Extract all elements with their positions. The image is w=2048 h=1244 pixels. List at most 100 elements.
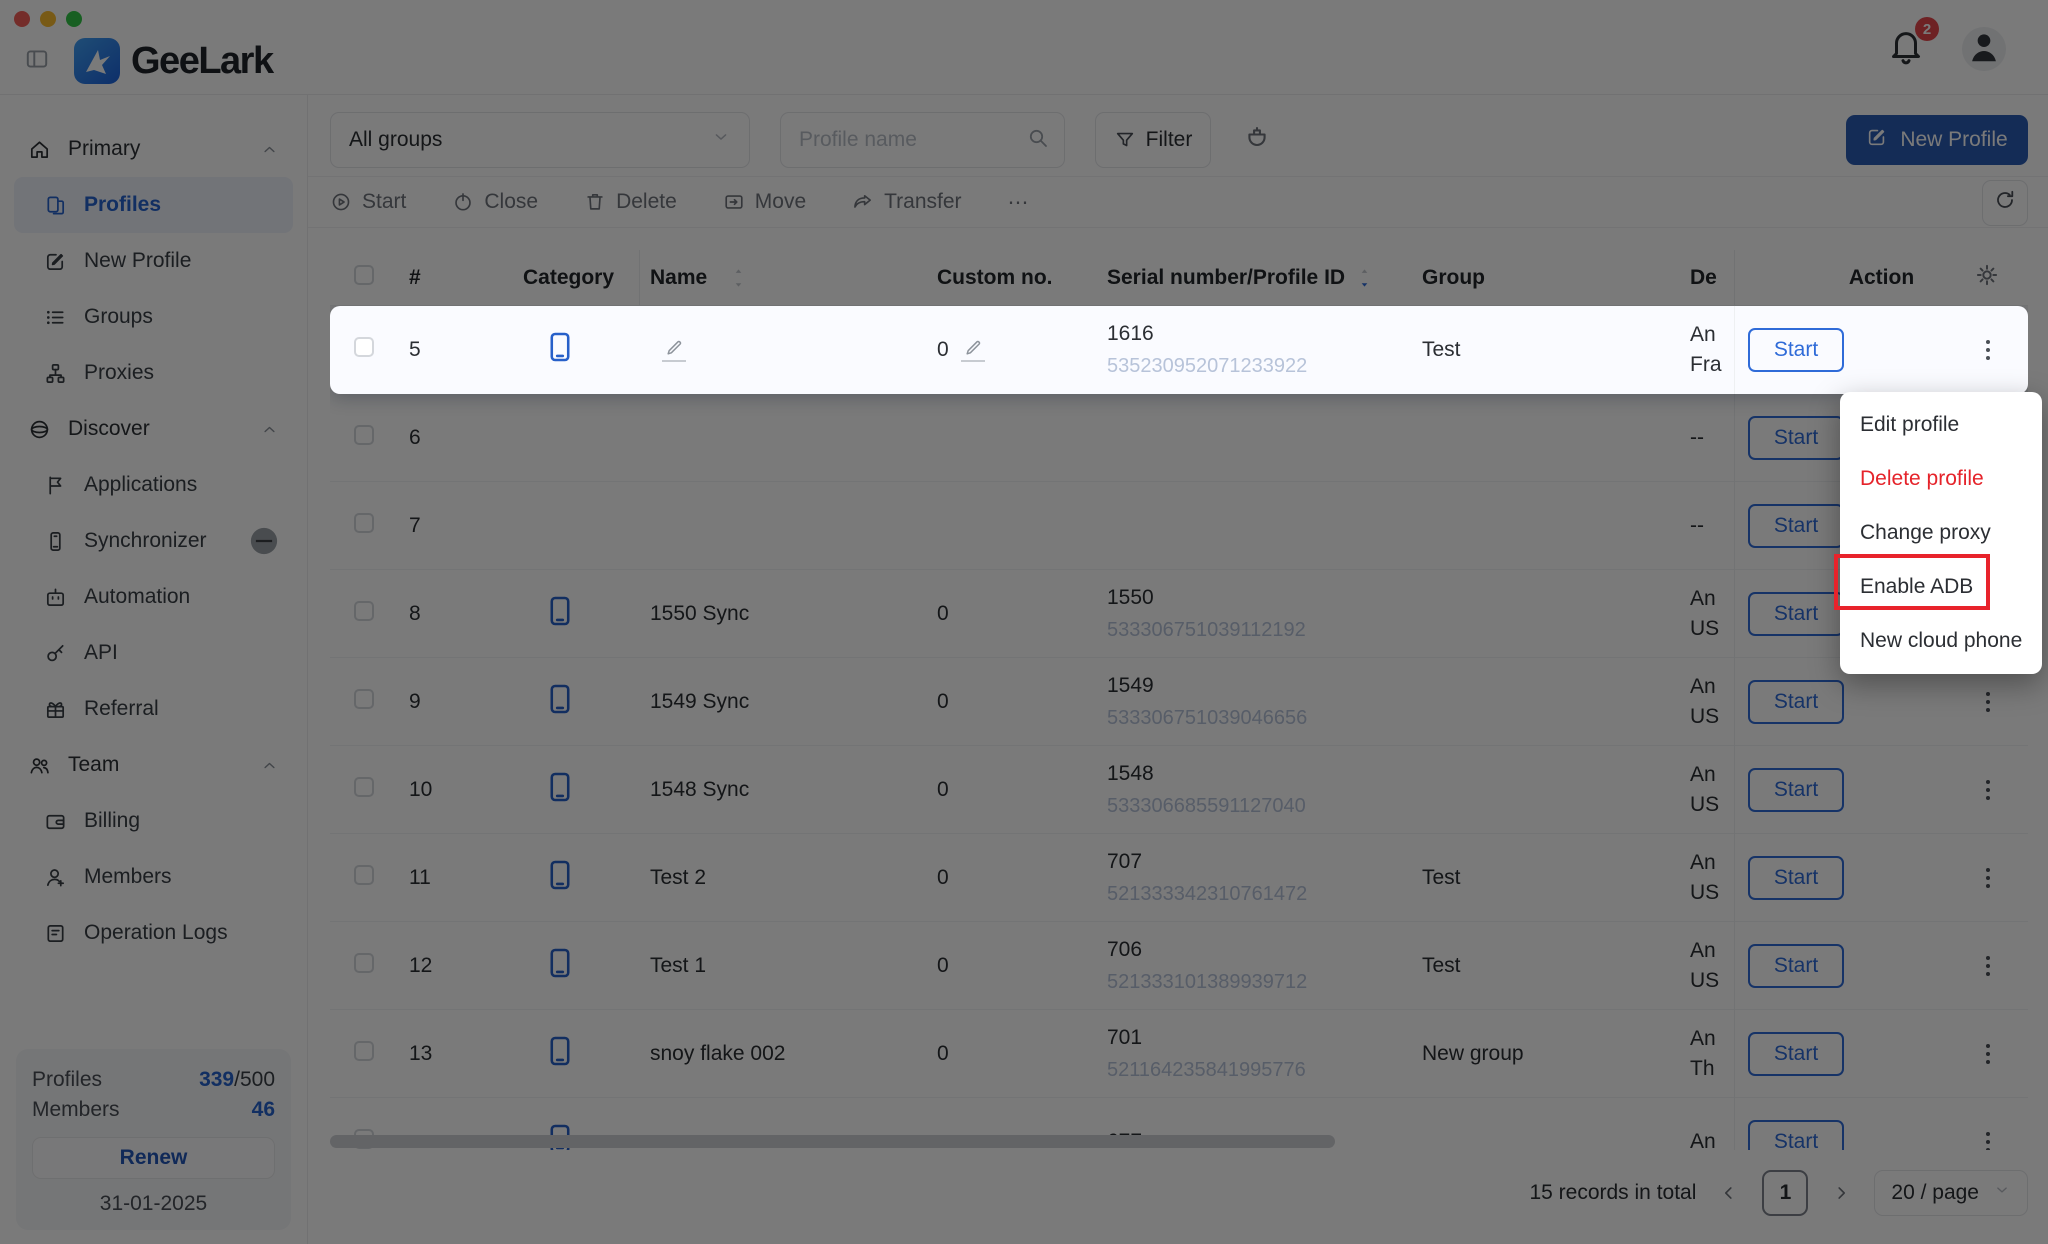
bulk-action-delete[interactable]: Delete: [584, 190, 677, 214]
table-row[interactable]: 91549 Sync01549533306751039046656AnUSSta…: [330, 658, 2028, 746]
discover-icon: [28, 418, 51, 441]
start-button[interactable]: Start: [1748, 680, 1844, 724]
edit-custom-no-button[interactable]: [961, 338, 985, 362]
table-row[interactable]: 12Test 10706521333101389939712TestAnUSSt…: [330, 922, 2028, 1010]
close-window-button[interactable]: [14, 11, 30, 27]
sidebar-item-synchronizer[interactable]: Synchronizer: [14, 513, 293, 569]
start-button[interactable]: Start: [1748, 592, 1844, 636]
sidebar-item-groups[interactable]: Groups: [14, 289, 293, 345]
renew-button[interactable]: Renew: [32, 1137, 275, 1179]
sidebar-item-billing[interactable]: Billing: [14, 793, 293, 849]
sidebar-item-members[interactable]: Members: [14, 849, 293, 905]
column-header-name[interactable]: Name: [640, 266, 915, 290]
start-button[interactable]: Start: [1748, 328, 1844, 372]
menu-item-edit-profile[interactable]: Edit profile: [1840, 398, 2042, 452]
menu-item-delete-profile[interactable]: Delete profile: [1840, 452, 2042, 506]
start-button[interactable]: Start: [1748, 768, 1844, 812]
basket-icon[interactable]: [1243, 124, 1271, 157]
search-input[interactable]: [799, 128, 1026, 152]
table-row[interactable]: 13snoy flake 0020701521164235841995776Ne…: [330, 1010, 2028, 1098]
page-size-select[interactable]: 20 / page: [1874, 1170, 2028, 1216]
bulk-action-transfer[interactable]: Transfer: [852, 190, 961, 214]
sidebar-item-operation-logs[interactable]: Operation Logs: [14, 905, 293, 961]
sidebar-item-automation[interactable]: Automation: [14, 569, 293, 625]
edit-name-button[interactable]: [662, 338, 686, 362]
sidebar-item-profiles[interactable]: Profiles: [14, 177, 293, 233]
row-checkbox[interactable]: [354, 337, 374, 357]
sidebar-section-discover[interactable]: Discover: [0, 401, 307, 457]
table-row[interactable]: 11Test 20707521333342310761472TestAnUSSt…: [330, 834, 2028, 922]
section-label: Team: [68, 753, 119, 777]
avatar[interactable]: [1962, 27, 2006, 71]
row-checkbox[interactable]: [354, 953, 374, 973]
table-row[interactable]: 6--Start: [330, 394, 2028, 482]
sidebar-item-api[interactable]: API: [14, 625, 293, 681]
notifications-button[interactable]: 2: [1886, 26, 1926, 71]
more-actions-icon[interactable]: [1986, 780, 1990, 800]
bulk-action-start[interactable]: Start: [330, 190, 406, 214]
table-body: 501616535230952071233922TestAnFraStart6-…: [330, 306, 2028, 1150]
move-icon: [723, 191, 745, 213]
menu-item-enable-adb[interactable]: Enable ADB: [1840, 560, 2042, 614]
start-button[interactable]: Start: [1748, 944, 1844, 988]
table-row[interactable]: 81550 Sync01550533306751039112192AnUSSta…: [330, 570, 2028, 658]
new-profile-button[interactable]: New Profile: [1846, 115, 2028, 165]
group-select[interactable]: All groups: [330, 112, 750, 168]
horizontal-scrollbar[interactable]: [330, 1135, 1335, 1148]
sidebar-item-proxies[interactable]: Proxies: [14, 345, 293, 401]
minimize-window-button[interactable]: [40, 11, 56, 27]
row-checkbox[interactable]: [354, 689, 374, 709]
table-row[interactable]: 501616535230952071233922TestAnFraStart: [330, 306, 2028, 394]
more-actions-icon[interactable]: [1986, 868, 1990, 888]
sort-control[interactable]: [1357, 267, 1372, 289]
start-button[interactable]: Start: [1748, 856, 1844, 900]
chevron-up-icon: [260, 756, 279, 775]
prev-page-button[interactable]: [1718, 1182, 1740, 1204]
more-actions-icon[interactable]: [1986, 340, 1990, 360]
next-page-button[interactable]: [1830, 1182, 1852, 1204]
device-line1: An: [1690, 584, 1734, 614]
table-row[interactable]: 101548 Sync01548533306685591127040AnUSSt…: [330, 746, 2028, 834]
device-line1: --: [1690, 423, 1734, 453]
table-row[interactable]: 7--Start: [330, 482, 2028, 570]
bulk-action-more[interactable]: ⋯: [1008, 190, 1029, 215]
column-header-serial[interactable]: Serial number/Profile ID: [1095, 265, 1400, 291]
gear-icon[interactable]: [1974, 262, 2000, 294]
custom-no: 0: [937, 338, 949, 362]
row-checkbox[interactable]: [354, 513, 374, 533]
sidebar-section-primary[interactable]: Primary: [0, 121, 307, 177]
row-checkbox[interactable]: [354, 425, 374, 445]
row-checkbox[interactable]: [354, 601, 374, 621]
more-actions-icon[interactable]: [1986, 692, 1990, 712]
menu-item-change-proxy[interactable]: Change proxy: [1840, 506, 2042, 560]
category-cell: [495, 1034, 640, 1074]
members-icon: [44, 866, 67, 889]
sort-control[interactable]: [731, 267, 746, 289]
bulk-action-close[interactable]: Close: [452, 190, 538, 214]
automation-icon: [44, 586, 67, 609]
filter-button[interactable]: Filter: [1095, 112, 1211, 168]
row-checkbox[interactable]: [354, 1041, 374, 1061]
sidebar-item-referral[interactable]: Referral: [14, 681, 293, 737]
start-button[interactable]: Start: [1748, 504, 1844, 548]
sidebar-item-applications[interactable]: Applications: [14, 457, 293, 513]
sidebar-section-team[interactable]: Team: [0, 737, 307, 793]
bulk-action-move[interactable]: Move: [723, 190, 806, 214]
more-actions-icon[interactable]: [1986, 1044, 1990, 1064]
start-button[interactable]: Start: [1748, 1120, 1844, 1150]
sidebar-item-new-profile[interactable]: New Profile: [14, 233, 293, 289]
category-cell: [495, 858, 640, 898]
select-all-checkbox[interactable]: [354, 265, 374, 285]
sidebar-toggle-button[interactable]: [24, 46, 50, 77]
menu-item-new-cloud-phone[interactable]: New cloud phone: [1840, 614, 2042, 668]
current-page[interactable]: 1: [1762, 1170, 1808, 1216]
more-actions-icon[interactable]: [1986, 956, 1990, 976]
refresh-button[interactable]: [1982, 180, 2028, 226]
more-actions-icon[interactable]: [1986, 1132, 1990, 1150]
zoom-window-button[interactable]: [66, 11, 82, 27]
start-button[interactable]: Start: [1748, 416, 1844, 460]
row-checkbox[interactable]: [354, 865, 374, 885]
row-checkbox[interactable]: [354, 777, 374, 797]
search-icon[interactable]: [1026, 126, 1050, 155]
start-button[interactable]: Start: [1748, 1032, 1844, 1076]
